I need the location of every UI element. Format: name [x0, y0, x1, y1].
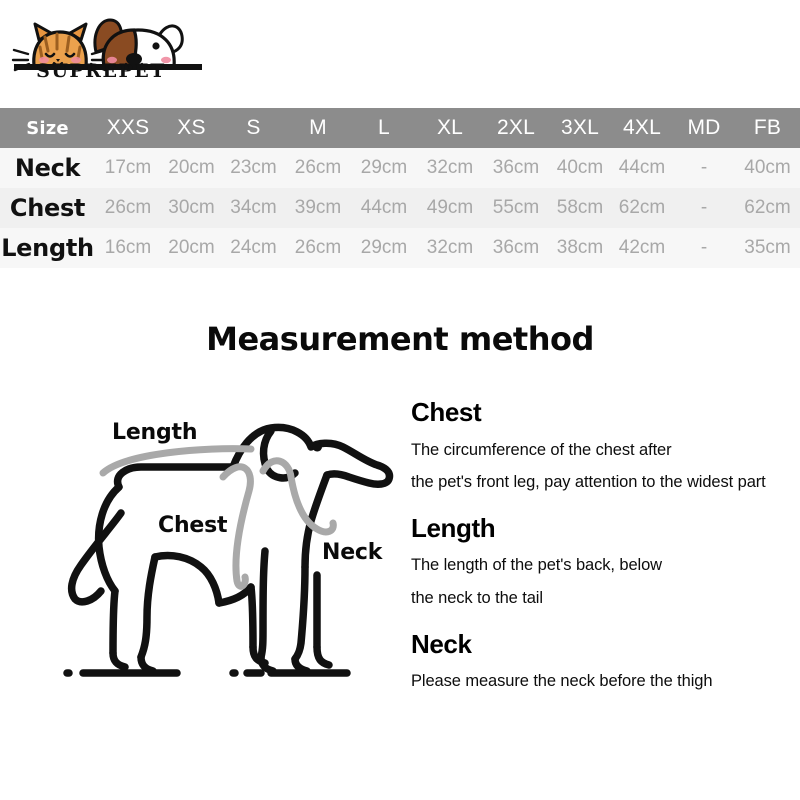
table-row: Chest 26cm 30cm 34cm 39cm 44cm 49cm 55cm…: [0, 188, 800, 228]
cell-neck-4xl: 44cm: [618, 157, 666, 178]
chest-line-1: The circumference of the chest after: [411, 440, 672, 459]
neck-line-1: Please measure the neck before the thigh: [411, 672, 713, 691]
chest-heading: Chest: [411, 397, 482, 427]
cell-neck-xs: 20cm: [168, 157, 215, 178]
instruction-block-length: Length The length of the pet's back, bel…: [411, 512, 796, 614]
brand-logo: SUPREPET: [8, 4, 208, 96]
cell-chest-xxs: 26cm: [104, 197, 152, 218]
cell-chest-m: 39cm: [294, 197, 342, 218]
table-header-row: Size XXS XS S M L XL 2XL 3XL 4XL MD FB: [0, 108, 800, 148]
header-xxs: XXS: [106, 116, 150, 139]
logo-artwork: [11, 18, 202, 72]
cell-length-2xl: 36cm: [492, 237, 540, 258]
cell-length-xl: 32cm: [426, 237, 474, 258]
row-label-chest: Chest: [9, 194, 86, 222]
header-4xl: 4XL: [623, 116, 661, 139]
table-row: Length 16cm 20cm 24cm 26cm 29cm 32cm 36c…: [0, 228, 800, 268]
cell-length-md: -: [700, 237, 708, 258]
header-md: MD: [687, 116, 721, 139]
cell-neck-2xl: 36cm: [492, 157, 540, 178]
instruction-block-chest: Chest The circumference of the chest aft…: [411, 396, 796, 498]
cell-length-4xl: 42cm: [618, 237, 666, 258]
cell-chest-l: 44cm: [360, 197, 408, 218]
diagram-label-length: Length: [112, 420, 198, 445]
neck-heading: Neck: [411, 628, 472, 659]
cell-neck-3xl: 40cm: [556, 157, 604, 178]
header-size: Size: [26, 117, 69, 139]
header-2xl: 2XL: [497, 116, 535, 139]
cell-neck-m: 26cm: [294, 157, 342, 178]
cell-chest-xl: 49cm: [426, 197, 474, 218]
cell-length-xs: 20cm: [168, 237, 215, 258]
cell-neck-fb: 40cm: [744, 157, 791, 178]
row-label-length: Length: [1, 234, 94, 262]
header-xl: XL: [436, 116, 464, 139]
cell-length-s: 24cm: [230, 237, 277, 258]
size-chart-header: Size XXS XS S M L XL 2XL 3XL 4XL MD FB: [0, 108, 800, 148]
cell-neck-xxs: 17cm: [104, 157, 152, 178]
header-l: L: [378, 116, 390, 139]
cell-neck-s: 23cm: [230, 157, 277, 178]
header-xs: XS: [177, 116, 206, 139]
header-fb: FB: [753, 116, 782, 139]
size-chart-body: Neck 17cm 20cm 23cm 26cm 29cm 32cm 36cm …: [0, 148, 800, 268]
cell-neck-xl: 32cm: [426, 157, 474, 178]
page-title: Measurement method: [206, 320, 594, 358]
cell-length-3xl: 38cm: [556, 237, 604, 258]
chest-line-2: the pet's front leg, pay attention to th…: [411, 472, 766, 491]
measurement-instructions: Chest The circumference of the chest aft…: [411, 396, 796, 713]
cell-chest-2xl: 55cm: [492, 197, 540, 218]
cell-length-l: 29cm: [360, 237, 408, 258]
table-row: Neck 17cm 20cm 23cm 26cm 29cm 32cm 36cm …: [0, 148, 800, 188]
diagram-label-neck: Neck: [322, 540, 383, 565]
instruction-block-neck: Neck Please measure the neck before the …: [411, 628, 796, 698]
cell-length-m: 26cm: [294, 237, 342, 258]
cell-length-fb: 35cm: [744, 237, 791, 258]
length-heading: Length: [411, 512, 496, 543]
header-m: M: [309, 116, 327, 139]
cell-chest-md: -: [700, 197, 708, 218]
cell-neck-l: 29cm: [360, 157, 408, 178]
length-line-1: The length of the pet's back, below: [411, 556, 662, 575]
cell-chest-4xl: 62cm: [618, 197, 666, 218]
row-label-neck: Neck: [14, 154, 81, 182]
header-s: S: [246, 116, 261, 139]
length-line-2: the neck to the tail: [411, 588, 543, 607]
diagram-label-chest: Chest: [158, 513, 228, 538]
cell-chest-3xl: 58cm: [556, 197, 604, 218]
brand-wordmark: SUPREPET: [36, 60, 166, 82]
cell-chest-xs: 30cm: [168, 197, 215, 218]
cell-chest-s: 34cm: [230, 197, 277, 218]
size-chart-table: Size XXS XS S M L XL 2XL 3XL 4XL MD FB N…: [0, 108, 800, 268]
cell-chest-fb: 62cm: [744, 197, 791, 218]
cell-length-xxs: 16cm: [104, 237, 152, 258]
header-3xl: 3XL: [561, 116, 599, 139]
cell-neck-md: -: [700, 157, 708, 178]
